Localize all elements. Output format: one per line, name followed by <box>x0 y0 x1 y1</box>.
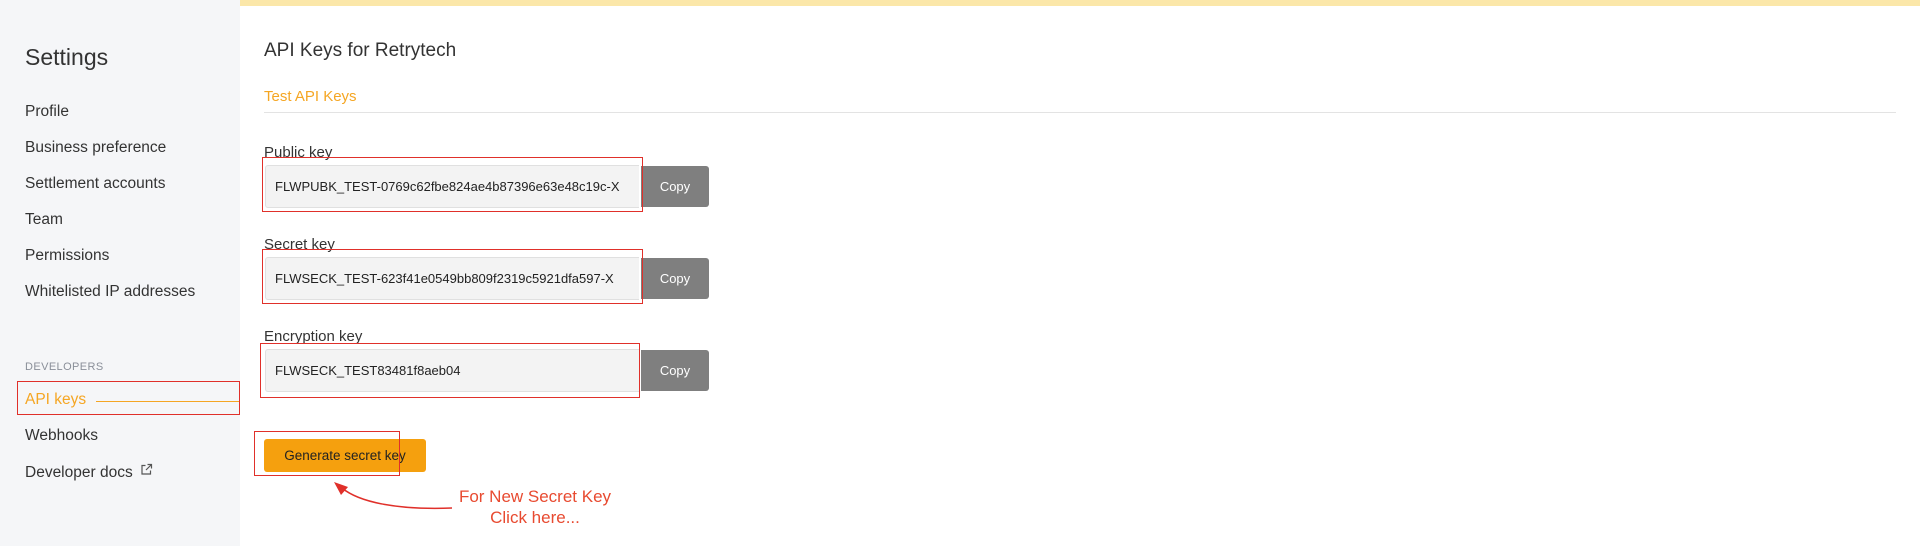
encryption-key-label: Encryption key <box>264 328 363 345</box>
annotation-note-line2: Click here... <box>490 508 580 527</box>
tab-test-api-keys[interactable]: Test API Keys <box>264 88 357 113</box>
top-banner-strip <box>240 0 1920 6</box>
sidebar-item-settlement-accounts[interactable]: Settlement accounts <box>25 175 165 193</box>
copy-public-key-button[interactable]: Copy <box>641 166 709 207</box>
annotation-note-line1: For New Secret Key <box>458 487 612 506</box>
copy-encryption-key-button[interactable]: Copy <box>641 350 709 391</box>
copy-secret-key-button[interactable]: Copy <box>641 258 709 299</box>
encryption-key-field[interactable] <box>265 349 639 392</box>
sidebar-item-profile[interactable]: Profile <box>25 103 69 121</box>
sidebar-item-permissions[interactable]: Permissions <box>25 247 109 265</box>
annotation-note: For New Secret Key Click here... <box>440 486 630 528</box>
sidebar-item-team[interactable]: Team <box>25 211 63 229</box>
page-title: API Keys for Retrytech <box>264 40 457 61</box>
sidebar-item-api-keys[interactable]: API keys <box>25 391 86 409</box>
sidebar-item-whitelisted-ip[interactable]: Whitelisted IP addresses <box>25 283 195 301</box>
sidebar-item-business-preference[interactable]: Business preference <box>25 139 166 157</box>
secret-key-label: Secret key <box>264 236 335 253</box>
settings-sidebar: Settings Profile Business preference Set… <box>0 0 240 546</box>
secret-key-field[interactable] <box>265 257 639 300</box>
tab-divider <box>264 112 1896 113</box>
external-link-icon <box>141 463 152 475</box>
sidebar-item-developer-docs[interactable]: Developer docs <box>25 463 153 482</box>
sidebar-title: Settings <box>25 44 109 70</box>
generate-secret-key-button[interactable]: Generate secret key <box>264 439 426 472</box>
active-indicator-line <box>96 401 240 402</box>
sidebar-item-webhooks[interactable]: Webhooks <box>25 427 98 445</box>
developer-docs-label: Developer docs <box>25 464 133 481</box>
public-key-field[interactable] <box>265 165 639 208</box>
developers-section-label: DEVELOPERS <box>25 361 104 373</box>
public-key-label: Public key <box>264 144 333 161</box>
